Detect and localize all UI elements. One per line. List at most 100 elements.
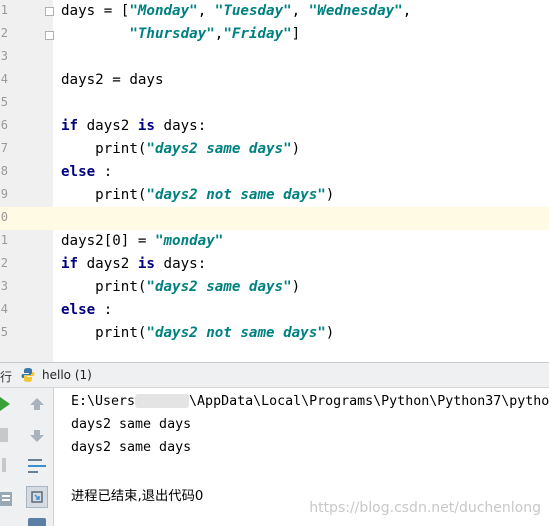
console-command-line: E:\Users \AppData\Local\Programs\Python\P…: [71, 394, 549, 409]
print-icon[interactable]: [28, 518, 46, 526]
fold-marker-icon[interactable]: [45, 7, 54, 16]
code-line[interactable]: 5: [0, 92, 549, 115]
code-text: print("days2 not same days"): [61, 325, 334, 342]
string-token: "days2 same days": [146, 141, 292, 157]
code-line[interactable]: 2 "Thursday","Friday"]: [0, 23, 549, 46]
line-number: 2: [0, 26, 8, 40]
code-line[interactable]: 9 print("days2 not same days"): [0, 184, 549, 207]
code-token: days2: [78, 118, 138, 134]
code-token: ,: [402, 3, 412, 19]
line-number: 4: [0, 72, 8, 86]
soft-wrap-icon[interactable]: [28, 458, 46, 474]
code-token: ]: [291, 26, 301, 42]
scroll-up-icon[interactable]: [30, 398, 44, 410]
console-output-line: days2 same days: [71, 417, 192, 432]
line-number: 1: [0, 3, 8, 17]
code-token: ): [291, 141, 301, 157]
string-token: "Friday": [223, 26, 292, 42]
code-token: ): [325, 325, 335, 341]
code-token: ): [325, 187, 335, 203]
string-token: "Tuesday": [214, 3, 292, 19]
console-output[interactable]: E:\Users \AppData\Local\Programs\Python\P…: [54, 388, 549, 526]
line-number: 3: [0, 49, 8, 63]
code-text: print("days2 same days"): [61, 279, 300, 296]
code-line[interactable]: 4 days2 = days: [0, 69, 549, 92]
line-number: 1: [0, 233, 8, 247]
code-line[interactable]: 3: [0, 46, 549, 69]
code-line[interactable]: 5 print("days2 not same days"): [0, 322, 549, 345]
keyword-token: is: [137, 118, 155, 134]
run-tool-window-header: 行 hello (1): [0, 362, 549, 388]
code-text: print("days2 same days"): [61, 141, 300, 158]
string-token: "Monday": [129, 3, 198, 19]
fold-marker-icon[interactable]: [45, 31, 54, 40]
code-token: days:: [154, 118, 207, 134]
line-number: 5: [0, 325, 8, 339]
code-text: else :: [61, 302, 112, 319]
code-token: days2: [78, 256, 138, 272]
line-number: 5: [0, 95, 8, 109]
line-number: 0: [0, 210, 8, 224]
scroll-down-icon[interactable]: [30, 430, 44, 442]
watermark: https://blog.csdn.net/duchenlong: [309, 500, 541, 516]
string-token: "days2 same days": [146, 279, 292, 295]
code-token: ): [291, 279, 301, 295]
code-line[interactable]: 2 if days2 is days:: [0, 253, 549, 276]
code-text: days2 = days: [61, 72, 164, 89]
code-token: print(: [61, 141, 147, 157]
keyword-token: else: [61, 302, 96, 318]
line-number: 4: [0, 302, 8, 316]
console-output-line: days2 same days: [71, 440, 192, 455]
code-token: :: [95, 164, 113, 180]
stop-icon[interactable]: [0, 428, 8, 442]
code-token: ,: [291, 3, 309, 19]
python-icon: [21, 368, 35, 382]
code-text: if days2 is days:: [61, 118, 206, 135]
code-line[interactable]: 3 print("days2 same days"): [0, 276, 549, 299]
line-number: 9: [0, 187, 8, 201]
code-token: print(: [61, 279, 147, 295]
keyword-token: is: [137, 256, 155, 272]
string-token: "monday": [154, 233, 224, 249]
pause-icon[interactable]: [2, 458, 6, 472]
string-token: "days2 not same days": [146, 187, 326, 203]
code-token: days2[0] =: [61, 233, 155, 249]
code-token: days2 = days: [61, 72, 164, 88]
line-number: 6: [0, 118, 8, 132]
scroll-to-end-button[interactable]: [26, 486, 48, 508]
code-token: days = [: [61, 3, 130, 19]
line-number: 2: [0, 256, 8, 270]
code-text: days = ["Monday", "Tuesday", "Wednesday"…: [61, 3, 411, 20]
code-line[interactable]: 1 days = ["Monday", "Tuesday", "Wednesday…: [0, 0, 549, 23]
console-exit-message: 进程已结束,退出代码0: [71, 489, 204, 504]
redacted-username: [135, 394, 190, 408]
code-line[interactable]: 7 print("days2 same days"): [0, 138, 549, 161]
code-line[interactable]: 4 else :: [0, 299, 549, 322]
code-text: days2[0] = "monday": [61, 233, 223, 250]
string-token: "Wednesday": [308, 3, 403, 19]
keyword-token: if: [61, 256, 79, 272]
code-line[interactable]: 8 else :: [0, 161, 549, 184]
code-token: ,: [197, 3, 215, 19]
code-editor[interactable]: 1 days = ["Monday", "Tuesday", "Wednesday…: [0, 0, 549, 362]
code-line[interactable]: 1 days2[0] = "monday": [0, 230, 549, 253]
console-path-prefix: E:\Users: [71, 394, 136, 409]
code-token: days:: [154, 256, 207, 272]
keyword-token: else: [61, 164, 96, 180]
scroll-to-end-icon: [31, 491, 43, 503]
console-path-suffix: \AppData\Local\Programs\Python\Python37\…: [189, 394, 549, 409]
string-token: "Thursday": [129, 26, 215, 42]
run-toolbar-left: [0, 388, 24, 526]
run-toolbar-right: [24, 388, 54, 526]
code-token: print(: [61, 187, 147, 203]
line-number: 8: [0, 164, 8, 178]
code-line[interactable]: 0: [0, 207, 549, 230]
keyword-token: if: [61, 118, 79, 134]
run-panel-label: 行: [0, 370, 13, 384]
run-tab-hello[interactable]: hello (1): [42, 368, 92, 382]
layout-icon[interactable]: [0, 492, 12, 506]
code-line[interactable]: 6 if days2 is days:: [0, 115, 549, 138]
code-text: print("days2 not same days"): [61, 187, 334, 204]
code-text: else :: [61, 164, 112, 181]
rerun-icon[interactable]: [0, 397, 10, 411]
